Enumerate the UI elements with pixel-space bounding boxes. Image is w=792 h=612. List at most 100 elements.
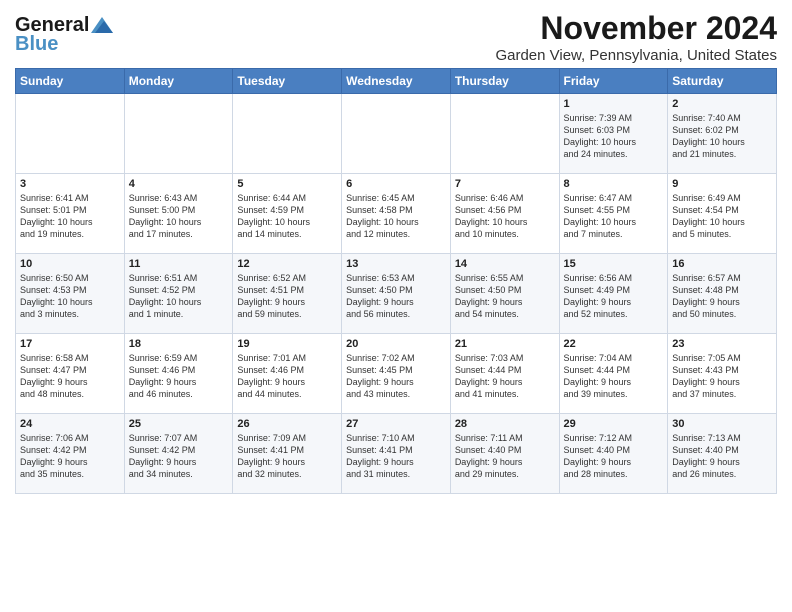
day-number: 12 [237, 258, 337, 270]
calendar-cell: 10 Sunrise: 6:50 AM Sunset: 4:53 PM Dayli… [16, 254, 125, 334]
cell-info: Sunrise: 7:11 AM Sunset: 4:40 PM Dayligh… [455, 432, 555, 481]
calendar-cell: 11 Sunrise: 6:51 AM Sunset: 4:52 PM Dayli… [124, 254, 233, 334]
day-number: 6 [346, 178, 446, 190]
calendar-cell: 29Sunrise: 7:12 AM Sunset: 4:40 PM Dayli… [559, 414, 668, 494]
weekday-header-row: SundayMondayTuesdayWednesdayThursdayFrid… [16, 69, 777, 94]
calendar-cell [124, 94, 233, 174]
calendar-week-1: 3 Sunrise: 6:41 AM Sunset: 5:01 PM Daylig… [16, 174, 777, 254]
cell-info: Sunrise: 6:43 AM Sunset: 5:00 PM Dayligh… [129, 192, 229, 241]
calendar-cell: 6 Sunrise: 6:45 AM Sunset: 4:58 PM Daylig… [342, 174, 451, 254]
month-title: November 2024 [495, 10, 777, 47]
day-number: 18 [129, 338, 229, 350]
logo-icon [91, 17, 113, 33]
day-number: 21 [455, 338, 555, 350]
cell-info: Sunrise: 6:55 AM Sunset: 4:50 PM Dayligh… [455, 272, 555, 321]
cell-info: Sunrise: 6:45 AM Sunset: 4:58 PM Dayligh… [346, 192, 446, 241]
calendar-cell: 26Sunrise: 7:09 AM Sunset: 4:41 PM Dayli… [233, 414, 342, 494]
day-number: 29 [564, 418, 664, 430]
calendar-cell: 19 Sunrise: 7:01 AM Sunset: 4:46 PM Dayli… [233, 334, 342, 414]
calendar-week-4: 24 Sunrise: 7:06 AM Sunset: 4:42 PM Dayli… [16, 414, 777, 494]
calendar-cell [233, 94, 342, 174]
subtitle: Garden View, Pennsylvania, United States [495, 47, 777, 64]
day-number: 28 [455, 418, 555, 430]
cell-info: Sunrise: 7:01 AM Sunset: 4:46 PM Dayligh… [237, 352, 337, 401]
calendar-cell: 2Sunrise: 7:40 AM Sunset: 6:02 PM Daylig… [668, 94, 777, 174]
day-number: 1 [564, 98, 664, 110]
calendar-cell: 1 Sunrise: 7:39 AM Sunset: 6:03 PM Daylig… [559, 94, 668, 174]
day-number: 5 [237, 178, 337, 190]
day-number: 24 [20, 418, 120, 430]
calendar-cell: 13 Sunrise: 6:53 AM Sunset: 4:50 PM Dayli… [342, 254, 451, 334]
calendar-cell: 20 Sunrise: 7:02 AM Sunset: 4:45 PM Dayli… [342, 334, 451, 414]
weekday-header-thursday: Thursday [450, 69, 559, 94]
cell-info: Sunrise: 7:04 AM Sunset: 4:44 PM Dayligh… [564, 352, 664, 401]
day-number: 16 [672, 258, 772, 270]
calendar-cell: 3 Sunrise: 6:41 AM Sunset: 5:01 PM Daylig… [16, 174, 125, 254]
calendar-cell: 24 Sunrise: 7:06 AM Sunset: 4:42 PM Dayli… [16, 414, 125, 494]
calendar-cell: 4 Sunrise: 6:43 AM Sunset: 5:00 PM Daylig… [124, 174, 233, 254]
cell-info: Sunrise: 6:46 AM Sunset: 4:56 PM Dayligh… [455, 192, 555, 241]
logo-blue: Blue [15, 33, 58, 56]
cell-info: Sunrise: 6:50 AM Sunset: 4:53 PM Dayligh… [20, 272, 120, 321]
day-number: 11 [129, 258, 229, 270]
cell-info: Sunrise: 7:39 AM Sunset: 6:03 PM Dayligh… [564, 112, 664, 161]
logo: General Blue [15, 14, 113, 56]
calendar-cell: 28 Sunrise: 7:11 AM Sunset: 4:40 PM Dayli… [450, 414, 559, 494]
day-number: 8 [564, 178, 664, 190]
day-number: 4 [129, 178, 229, 190]
calendar-cell: 22Sunrise: 7:04 AM Sunset: 4:44 PM Dayli… [559, 334, 668, 414]
calendar-cell: 16Sunrise: 6:57 AM Sunset: 4:48 PM Dayli… [668, 254, 777, 334]
calendar-cell: 5 Sunrise: 6:44 AM Sunset: 4:59 PM Daylig… [233, 174, 342, 254]
day-number: 7 [455, 178, 555, 190]
cell-info: Sunrise: 7:03 AM Sunset: 4:44 PM Dayligh… [455, 352, 555, 401]
calendar-cell [342, 94, 451, 174]
header: General Blue November 2024 Garden View, … [15, 10, 777, 64]
calendar-cell: 9 Sunrise: 6:49 AM Sunset: 4:54 PM Daylig… [668, 174, 777, 254]
calendar-cell: 15Sunrise: 6:56 AM Sunset: 4:49 PM Dayli… [559, 254, 668, 334]
day-number: 3 [20, 178, 120, 190]
day-number: 30 [672, 418, 772, 430]
cell-info: Sunrise: 6:44 AM Sunset: 4:59 PM Dayligh… [237, 192, 337, 241]
day-number: 10 [20, 258, 120, 270]
calendar-cell: 17 Sunrise: 6:58 AM Sunset: 4:47 PM Dayli… [16, 334, 125, 414]
calendar-cell: 23 Sunrise: 7:05 AM Sunset: 4:43 PM Dayli… [668, 334, 777, 414]
cell-info: Sunrise: 7:05 AM Sunset: 4:43 PM Dayligh… [672, 352, 772, 401]
main-container: General Blue November 2024 Garden View, … [0, 0, 792, 499]
calendar-table: SundayMondayTuesdayWednesdayThursdayFrid… [15, 68, 777, 494]
weekday-header-monday: Monday [124, 69, 233, 94]
cell-info: Sunrise: 6:52 AM Sunset: 4:51 PM Dayligh… [237, 272, 337, 321]
cell-info: Sunrise: 6:41 AM Sunset: 5:01 PM Dayligh… [20, 192, 120, 241]
calendar-cell: 18 Sunrise: 6:59 AM Sunset: 4:46 PM Dayli… [124, 334, 233, 414]
cell-info: Sunrise: 7:10 AM Sunset: 4:41 PM Dayligh… [346, 432, 446, 481]
calendar-cell: 21 Sunrise: 7:03 AM Sunset: 4:44 PM Dayli… [450, 334, 559, 414]
day-number: 23 [672, 338, 772, 350]
day-number: 20 [346, 338, 446, 350]
cell-info: Sunrise: 6:51 AM Sunset: 4:52 PM Dayligh… [129, 272, 229, 321]
day-number: 9 [672, 178, 772, 190]
day-number: 26 [237, 418, 337, 430]
cell-info: Sunrise: 7:07 AM Sunset: 4:42 PM Dayligh… [129, 432, 229, 481]
day-number: 13 [346, 258, 446, 270]
cell-info: Sunrise: 6:59 AM Sunset: 4:46 PM Dayligh… [129, 352, 229, 401]
day-number: 27 [346, 418, 446, 430]
calendar-cell [16, 94, 125, 174]
day-number: 17 [20, 338, 120, 350]
day-number: 19 [237, 338, 337, 350]
calendar-cell: 14 Sunrise: 6:55 AM Sunset: 4:50 PM Dayli… [450, 254, 559, 334]
cell-info: Sunrise: 7:06 AM Sunset: 4:42 PM Dayligh… [20, 432, 120, 481]
calendar-cell: 12 Sunrise: 6:52 AM Sunset: 4:51 PM Dayli… [233, 254, 342, 334]
cell-info: Sunrise: 6:53 AM Sunset: 4:50 PM Dayligh… [346, 272, 446, 321]
cell-info: Sunrise: 7:02 AM Sunset: 4:45 PM Dayligh… [346, 352, 446, 401]
calendar-week-0: 1 Sunrise: 7:39 AM Sunset: 6:03 PM Daylig… [16, 94, 777, 174]
weekday-header-saturday: Saturday [668, 69, 777, 94]
weekday-header-tuesday: Tuesday [233, 69, 342, 94]
cell-info: Sunrise: 6:58 AM Sunset: 4:47 PM Dayligh… [20, 352, 120, 401]
day-number: 14 [455, 258, 555, 270]
calendar-week-2: 10 Sunrise: 6:50 AM Sunset: 4:53 PM Dayli… [16, 254, 777, 334]
calendar-cell [450, 94, 559, 174]
calendar-cell: 25Sunrise: 7:07 AM Sunset: 4:42 PM Dayli… [124, 414, 233, 494]
cell-info: Sunrise: 6:49 AM Sunset: 4:54 PM Dayligh… [672, 192, 772, 241]
calendar-cell: 30 Sunrise: 7:13 AM Sunset: 4:40 PM Dayli… [668, 414, 777, 494]
cell-info: Sunrise: 6:56 AM Sunset: 4:49 PM Dayligh… [564, 272, 664, 321]
cell-info: Sunrise: 7:13 AM Sunset: 4:40 PM Dayligh… [672, 432, 772, 481]
